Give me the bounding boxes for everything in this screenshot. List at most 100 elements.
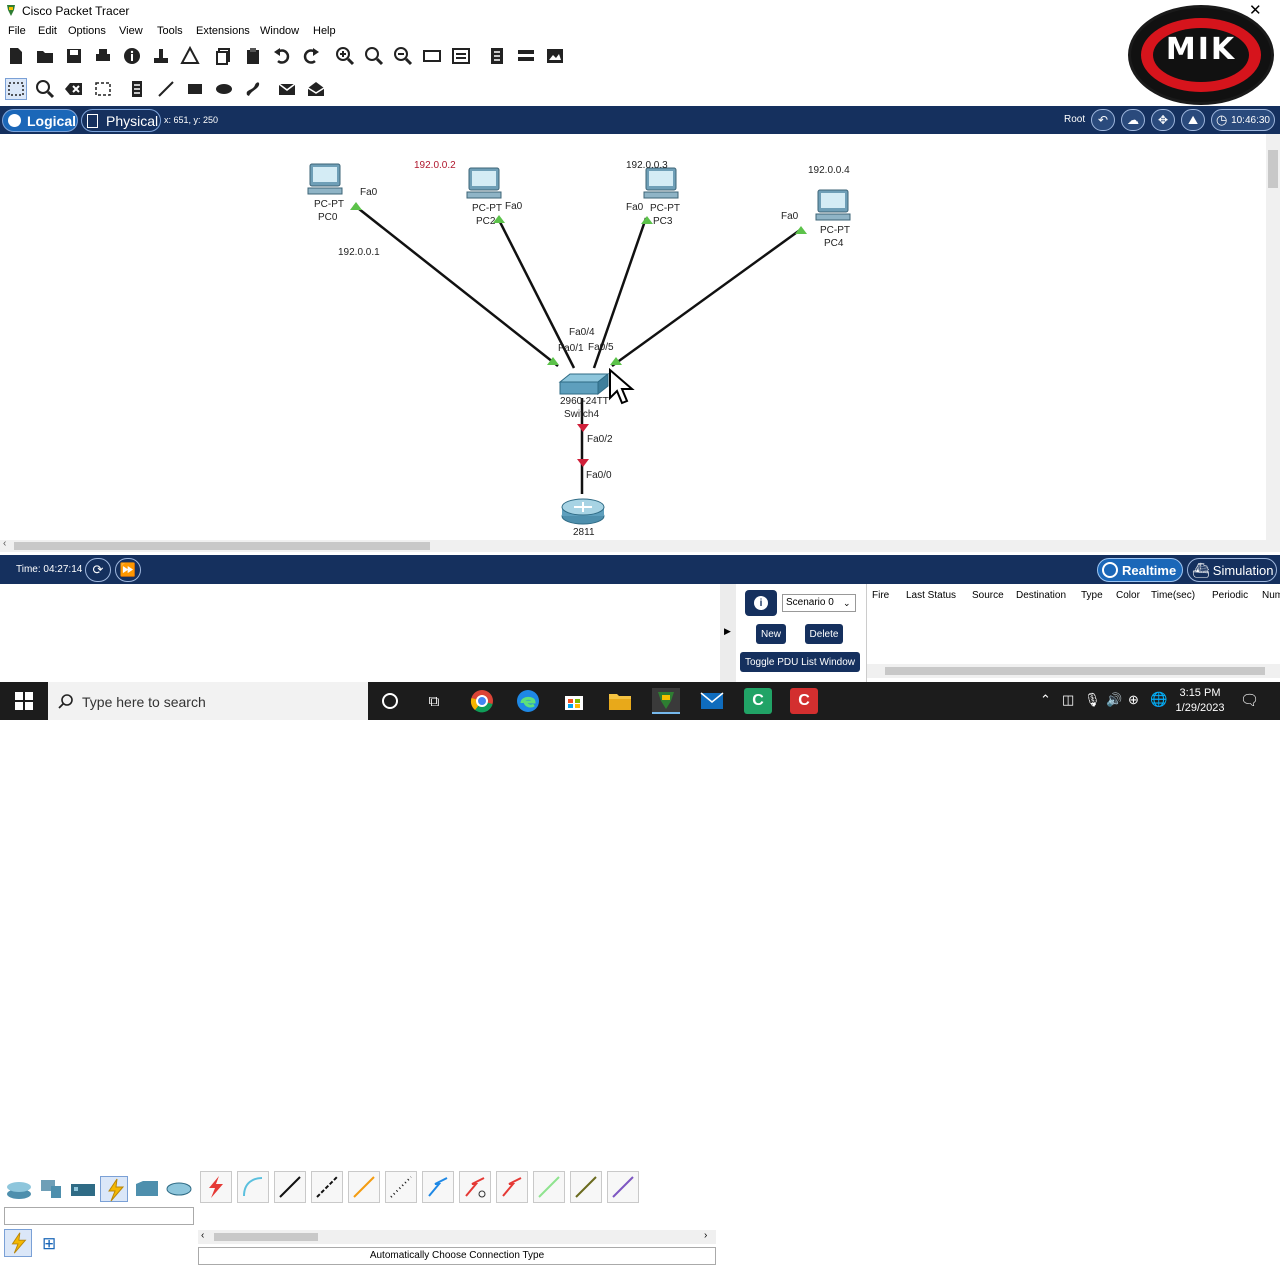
canvas-horizontal-scrollbar[interactable]: ‹ bbox=[0, 538, 1266, 552]
add-complex-pdu-icon[interactable] bbox=[305, 78, 327, 100]
notes-icon[interactable] bbox=[486, 45, 508, 67]
resize-shape-icon[interactable] bbox=[92, 78, 114, 100]
logical-workspace-tab[interactable]: Logical bbox=[2, 109, 78, 132]
scroll-thumb[interactable] bbox=[885, 667, 1265, 675]
copy-icon[interactable] bbox=[213, 45, 235, 67]
volume-icon[interactable]: 🔊 bbox=[1106, 692, 1122, 708]
camtasia-red-icon[interactable]: C bbox=[790, 688, 818, 714]
new-scenario-button[interactable]: New bbox=[756, 624, 786, 644]
octal-cable-icon[interactable] bbox=[533, 1171, 565, 1203]
connections-scrollbar[interactable]: ‹ › bbox=[198, 1230, 716, 1244]
meet-now-icon[interactable]: ◫ bbox=[1062, 692, 1074, 708]
grid-icon[interactable]: ⊞ bbox=[42, 1234, 56, 1254]
camtasia-green-icon[interactable]: C bbox=[744, 688, 772, 714]
copper-cross-icon[interactable] bbox=[311, 1171, 343, 1203]
scroll-left-icon[interactable]: ‹ bbox=[201, 1230, 204, 1241]
cluster-icon[interactable]: ☁ bbox=[1121, 109, 1145, 131]
physical-workspace-tab[interactable]: Physical bbox=[81, 109, 161, 132]
serial-dte-icon[interactable] bbox=[496, 1171, 528, 1203]
redo-icon[interactable] bbox=[300, 45, 322, 67]
pc0-icon[interactable] bbox=[306, 162, 346, 198]
delete-tool-icon[interactable] bbox=[63, 78, 85, 100]
custom-devices-icon[interactable] bbox=[450, 45, 472, 67]
selected-connections-icon[interactable] bbox=[4, 1229, 32, 1257]
delete-scenario-button[interactable]: Delete bbox=[805, 624, 843, 644]
store-icon[interactable] bbox=[560, 688, 588, 714]
switch4-icon[interactable] bbox=[558, 372, 610, 396]
fiber-icon[interactable] bbox=[348, 1171, 380, 1203]
pdu-scrollbar[interactable] bbox=[867, 664, 1280, 678]
network-tray-icon[interactable]: ⊕ bbox=[1128, 692, 1139, 708]
viewport-clock[interactable]: ◷ 10:46:30 bbox=[1211, 109, 1275, 131]
network-info-icon[interactable] bbox=[150, 45, 172, 67]
router-2811-icon[interactable] bbox=[560, 498, 606, 526]
draw-line-icon[interactable] bbox=[155, 78, 177, 100]
set-background-icon[interactable]: ⛰ bbox=[1181, 109, 1205, 131]
fast-forward-icon[interactable]: ⏩ bbox=[115, 558, 141, 582]
connections-category-icon[interactable] bbox=[100, 1176, 128, 1202]
info-icon[interactable]: i bbox=[745, 590, 777, 616]
pc3-icon[interactable] bbox=[642, 166, 682, 202]
menu-extensions[interactable]: Extensions bbox=[196, 25, 250, 37]
chrome-icon[interactable] bbox=[468, 688, 496, 714]
notifications-icon[interactable]: 🗨 bbox=[1240, 691, 1259, 709]
miscellaneous-icon[interactable] bbox=[133, 1176, 161, 1202]
taskbar-search-box[interactable]: Type here to search bbox=[48, 682, 368, 720]
cortana-icon[interactable] bbox=[376, 688, 404, 714]
pc2-icon[interactable] bbox=[465, 166, 505, 202]
tray-chevron-up-icon[interactable]: ⌃ bbox=[1040, 692, 1051, 708]
serial-dce-icon[interactable] bbox=[459, 1171, 491, 1203]
new-file-icon[interactable] bbox=[5, 45, 27, 67]
toggle-pdu-list-button[interactable]: Toggle PDU List Window bbox=[740, 652, 860, 672]
pc4-icon[interactable] bbox=[814, 188, 854, 224]
draw-ellipse-icon[interactable] bbox=[213, 78, 235, 100]
zoom-out-icon[interactable] bbox=[392, 45, 414, 67]
windows-start-icon[interactable] bbox=[10, 688, 38, 714]
iot-cable-icon[interactable] bbox=[570, 1171, 602, 1203]
link-pc0-switch[interactable] bbox=[353, 204, 559, 367]
scenario-select[interactable]: Scenario 0 ⌄ bbox=[782, 594, 856, 612]
menu-view[interactable]: View bbox=[119, 25, 143, 37]
undo-icon[interactable] bbox=[271, 45, 293, 67]
select-tool-icon[interactable] bbox=[5, 78, 27, 100]
link-pc4-switch[interactable] bbox=[611, 228, 801, 368]
close-button[interactable]: ✕ bbox=[1249, 1, 1262, 19]
copper-straight-icon[interactable] bbox=[274, 1171, 306, 1203]
logical-workspace-canvas[interactable]: PC-PT PC0 PC-PT PC2 PC-PT PC3 PC-PT PC4 … bbox=[0, 134, 1266, 540]
draw-rectangle-icon[interactable] bbox=[184, 78, 206, 100]
scroll-thumb[interactable] bbox=[1268, 150, 1278, 188]
canvas-vertical-scrollbar[interactable] bbox=[1266, 134, 1280, 552]
scroll-right-icon[interactable]: › bbox=[704, 1230, 707, 1241]
menu-file[interactable]: File bbox=[8, 25, 26, 37]
add-simple-pdu-icon[interactable] bbox=[276, 78, 298, 100]
device-list-icon[interactable] bbox=[515, 45, 537, 67]
menu-help[interactable]: Help bbox=[313, 25, 336, 37]
open-folder-icon[interactable] bbox=[34, 45, 56, 67]
paste-icon[interactable] bbox=[242, 45, 264, 67]
save-icon[interactable] bbox=[63, 45, 85, 67]
multiuser-icon[interactable] bbox=[165, 1176, 193, 1202]
info-icon[interactable] bbox=[121, 45, 143, 67]
microphone-icon[interactable]: 🎙 bbox=[1084, 692, 1101, 708]
zoom-in-icon[interactable] bbox=[334, 45, 356, 67]
menu-tools[interactable]: Tools bbox=[157, 25, 183, 37]
language-globe-icon[interactable]: 🌐 bbox=[1150, 691, 1167, 708]
print-icon[interactable] bbox=[92, 45, 114, 67]
zoom-reset-icon[interactable] bbox=[363, 45, 385, 67]
network-devices-icon[interactable] bbox=[5, 1176, 33, 1202]
simulation-mode-button[interactable]: ⛴ Simulation bbox=[1187, 558, 1277, 582]
coaxial-icon[interactable] bbox=[422, 1171, 454, 1203]
screenshot-icon[interactable] bbox=[544, 45, 566, 67]
packet-tracer-taskbar-icon[interactable] bbox=[652, 688, 680, 714]
power-cycle-icon[interactable]: ⟳ bbox=[85, 558, 111, 582]
move-object-icon[interactable]: ✥ bbox=[1151, 109, 1175, 131]
drawing-palette-icon[interactable] bbox=[421, 45, 443, 67]
expand-arrow-icon[interactable]: ▶ bbox=[724, 626, 731, 637]
activity-wizard-icon[interactable] bbox=[179, 45, 201, 67]
menu-window[interactable]: Window bbox=[260, 25, 299, 37]
scroll-left-icon[interactable]: ‹ bbox=[3, 538, 6, 549]
back-icon[interactable]: ↶ bbox=[1091, 109, 1115, 131]
scroll-thumb[interactable] bbox=[214, 1233, 318, 1241]
realtime-mode-button[interactable]: Realtime bbox=[1097, 558, 1183, 582]
freeform-icon[interactable] bbox=[242, 78, 264, 100]
